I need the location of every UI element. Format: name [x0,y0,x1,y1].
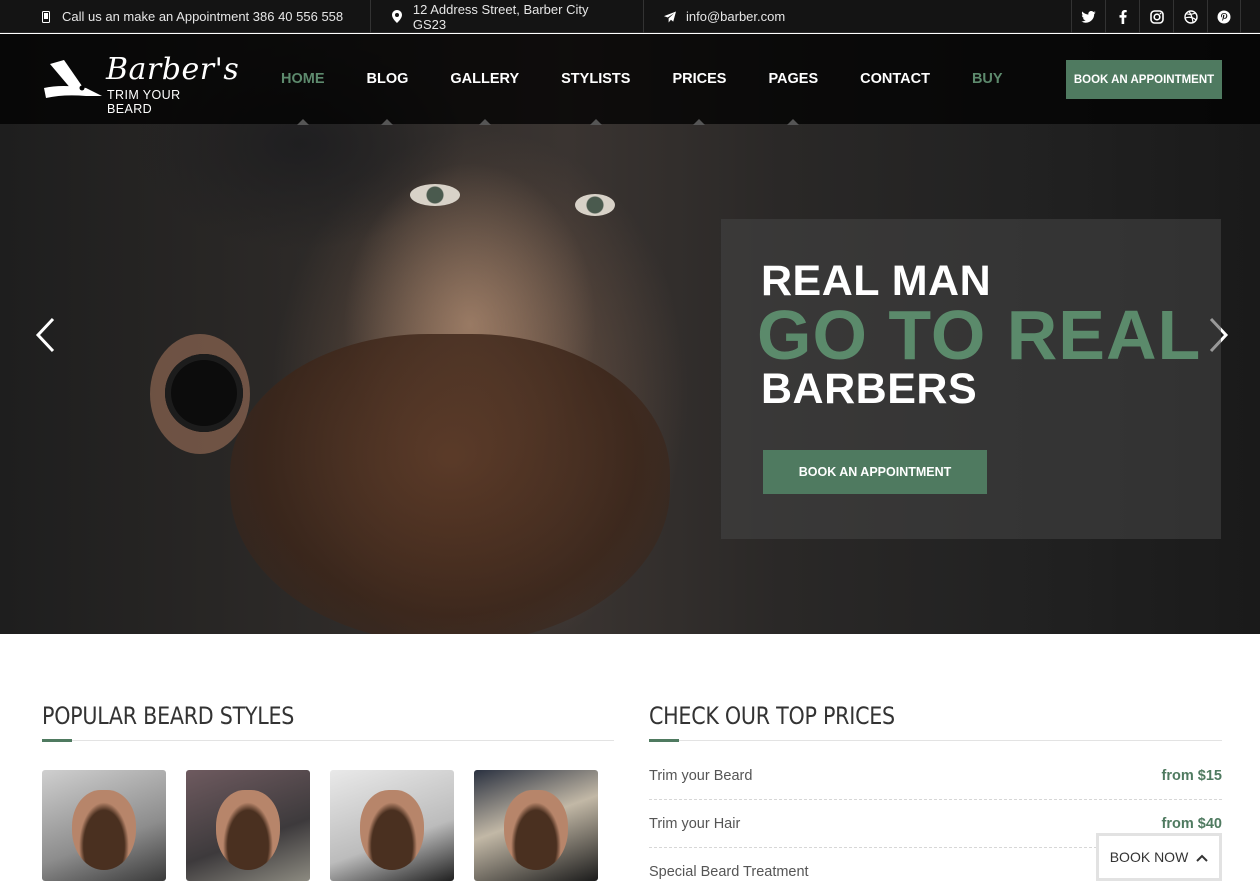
book-now-label: BOOK NOW [1109,849,1189,865]
map-pin-icon [391,10,403,23]
site-logo[interactable]: Barber's TRIM YOUR BEARD [42,52,239,116]
nav-buy[interactable]: BUY [951,34,1024,124]
nav-stylists-label: STYLISTS [561,71,631,87]
dribbble-icon[interactable] [1173,0,1207,33]
nav-prices-label: PRICES [672,71,727,87]
logo-title: Barber's [106,52,240,87]
divider-accent [649,739,679,742]
thumbnail-photo [504,790,568,870]
nav-home-label: HOME [281,71,325,87]
pinterest-icon[interactable] [1207,0,1241,33]
beard-styles-divider [42,739,614,742]
price-service-name: Trim your Beard [649,767,753,784]
nav-caret [478,119,491,125]
hero-line-2: GO TO REAL [757,296,1202,374]
phone-info: Call us an make an Appointment 386 40 55… [40,0,371,33]
price-value: from $15 [1161,767,1222,784]
email-text[interactable]: info@barber.com [686,9,785,24]
nav-caret [296,119,309,125]
nav-contact[interactable]: CONTACT [839,34,951,124]
nav-pages[interactable]: PAGES [747,34,839,125]
thumbnail-photo [216,790,280,870]
beard-style-thumbnail[interactable] [42,770,166,881]
logo-tagline: TRIM YOUR BEARD [107,88,181,116]
nav-caret [589,119,602,125]
nav-blog[interactable]: BLOG [346,34,430,125]
chevron-left-icon[interactable] [33,317,59,353]
nav-caret [693,119,706,125]
nav-pages-label: PAGES [768,71,819,87]
price-value: from $40 [1161,815,1222,832]
nav-gallery-label: GALLERY [450,71,520,87]
nav-stylists[interactable]: STYLISTS [540,34,651,125]
prices-divider [649,739,1222,742]
thumbnail-photo [72,790,136,870]
razor-icon [42,58,104,107]
chevron-up-icon [1196,849,1208,865]
nav-buy-label: BUY [971,71,1003,87]
price-service-name: Trim your Hair [649,815,741,832]
beard-styles-title: POPULAR BEARD STYLES [42,702,295,730]
nav-contact-label: CONTACT [860,71,930,87]
instagram-icon[interactable] [1139,0,1173,33]
hero-caption: REAL MAN GO TO REAL BARBERS BOOK AN APPO… [721,219,1221,539]
beard-style-thumbnail[interactable] [474,770,598,881]
email-info[interactable]: info@barber.com [664,0,805,33]
nav-blog-label: BLOG [366,71,409,87]
beard-style-thumbnail[interactable] [330,770,454,881]
hero-book-appointment-button[interactable]: BOOK AN APPOINTMENT [763,450,987,494]
facebook-icon[interactable] [1105,0,1139,33]
top-info-bar: Call us an make an Appointment 386 40 55… [0,0,1260,33]
address-info: 12 Address Street, Barber City GS23 [391,0,644,33]
nav-gallery[interactable]: GALLERY [429,34,540,125]
beard-style-thumbnail[interactable] [186,770,310,881]
hero-photo-eye [410,184,460,206]
mobile-icon [40,10,52,23]
main-header: Barber's TRIM YOUR BEARD HOME BLOG GALLE… [0,34,1260,125]
hero-photo-eye [575,194,615,216]
social-links [1071,0,1241,33]
price-service-name: Special Beard Treatment [649,863,809,880]
paper-plane-icon [664,10,676,23]
header-book-appointment-button[interactable]: BOOK AN APPOINTMENT [1066,60,1222,99]
address-text: 12 Address Street, Barber City GS23 [412,1,589,32]
beard-styles-gallery [42,770,598,881]
main-nav: HOME BLOG GALLERY STYLISTS PRICES PAGES … [260,34,1024,125]
nav-caret [381,119,394,125]
nav-prices[interactable]: PRICES [651,34,747,125]
hero-photo-beard [230,334,670,634]
price-row: Trim your Beard from $15 [649,752,1222,800]
nav-caret [787,119,800,125]
prices-title: CHECK OUR TOP PRICES [649,702,895,730]
thumbnail-photo [360,790,424,870]
nav-home[interactable]: HOME [260,34,346,125]
divider-accent [42,739,72,742]
hero-photo-ear-plug [165,354,243,432]
twitter-icon[interactable] [1071,0,1105,33]
book-now-button[interactable]: BOOK NOW [1096,833,1222,881]
phone-text: Call us an make an Appointment 386 40 55… [62,9,344,24]
hero-line-3: BARBERS [761,365,978,413]
